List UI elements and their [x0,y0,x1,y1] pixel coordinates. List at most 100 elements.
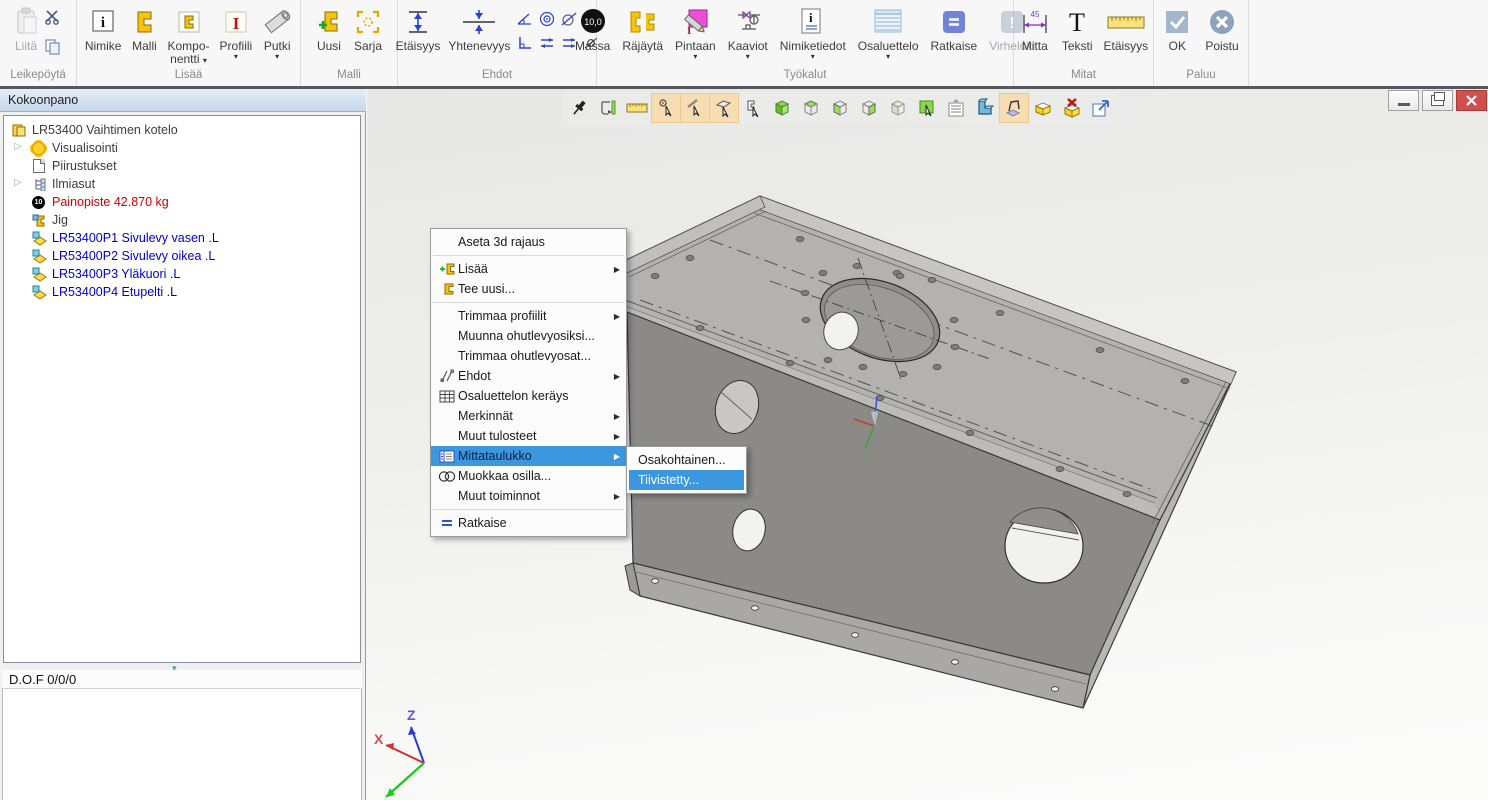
coincidence-button[interactable]: Yhtenevyys [445,3,513,54]
dropdown-caret: ▾ [234,53,238,60]
pin-icon [569,98,589,118]
menu-separator [433,255,624,256]
tree-item-drawings[interactable]: Piirustukset [4,157,360,175]
menu-item-annotations[interactable]: Merkinnät▶ [431,406,626,426]
item-button[interactable]: i Nimike [82,3,125,54]
solid-part-button[interactable] [971,94,999,122]
cut-button[interactable] [44,9,62,30]
ruler-button[interactable] [623,94,651,122]
cursor-face-icon [714,98,734,118]
drawing-page-icon [30,159,47,174]
wire-top-face-button[interactable] [797,94,825,122]
series-button[interactable]: Sarja [351,3,385,54]
solve-icon [940,4,968,40]
copy-button[interactable] [44,38,62,61]
solve-button[interactable]: Ratkaise [928,3,981,54]
menu-item-other-functions[interactable]: Muut toiminnot▶ [431,486,626,506]
text-button[interactable]: T Teksti [1059,3,1096,54]
minimize-button[interactable] [1388,90,1419,111]
expander-icon[interactable]: ▷ [14,141,22,152]
menu-item-create-new[interactable]: Tee uusi... [431,279,626,299]
bom-button[interactable]: Osaluettelo ▾ [855,3,922,61]
menu-item-set-3d-clipping[interactable]: Aseta 3d rajaus [431,232,626,252]
component-button[interactable]: Kompo- nentti ▾ [164,3,212,67]
submenu-item-condensed[interactable]: Tiivistetty... [629,470,744,490]
pin-button[interactable] [565,94,593,122]
parallel-constraint-button[interactable] [537,35,557,57]
ghost-view-button[interactable] [884,94,912,122]
distance-constraint-button[interactable]: Etäisyys [393,3,444,54]
panel-title: Kokoonpano [0,89,366,112]
ribbon-group-insert: i Nimike Malli Kompo- nentti ▾ [77,0,301,86]
document-list-button[interactable] [942,94,970,122]
select-point-mode-button[interactable] [652,94,680,122]
perpendicular-constraint-button[interactable] [515,35,535,57]
restore-icon [1431,95,1444,106]
concentric-constraint-button[interactable] [537,11,557,33]
measure-button[interactable]: 45 Mitta [1016,3,1054,54]
explode-button[interactable]: Räjäytä [619,3,666,54]
menu-item-dimension-table[interactable]: Mittataulukko▶ [431,446,626,466]
menu-item-other-outputs[interactable]: Muut tulosteet▶ [431,426,626,446]
assembly-tree[interactable]: LR53400 Vaihtimen kotelo ▷ Visualisointi… [3,115,361,663]
component-icon [176,4,202,40]
expander-icon[interactable]: ▷ [14,177,22,188]
svg-text:10,0: 10,0 [584,17,602,27]
select-edge-mode-button[interactable] [681,94,709,122]
menu-item-convert-to-sheetmetal[interactable]: Muunna ohutlevyosiksi... [431,326,626,346]
group-label-tools: Työkalut [597,69,1013,86]
tree-item-visualization[interactable]: ▷ Visualisointi [4,139,360,157]
tree-item-appearances[interactable]: ▷ Ilmiasut [4,175,360,193]
menu-item-trim-sheetmetal[interactable]: Trimmaa ohutlevyosat... [431,346,626,366]
to-surface-button[interactable]: I Pintaan ▾ [672,3,719,61]
menu-item-bom-collect[interactable]: Osaluettelon keräys [431,386,626,406]
ribbon-toolbar: Liitä Leikepöytä i [0,0,1488,86]
new-button[interactable]: Uusi [313,3,345,54]
menu-item-edit-with-parts[interactable]: Muokkaa osilla... [431,466,626,486]
paste-button[interactable]: Liitä [10,3,42,54]
close-button[interactable] [1456,90,1487,111]
sketch-mode-button[interactable] [1000,94,1028,122]
tree-item-center-of-gravity[interactable]: 10 Painopiste 42.870 kg [4,193,360,211]
tree-item-jig[interactable]: Jig [4,211,360,229]
linked-circles-icon [436,470,458,483]
profile-button[interactable]: I Profiili ▾ [217,3,256,61]
tree-item-label: LR53400P2 Sivulevy oikea .L [52,249,215,263]
mass-button[interactable]: 10,0 Massa [572,3,613,54]
wire-right-face-button[interactable] [855,94,883,122]
delete-box-button[interactable] [1058,94,1086,122]
restore-button[interactable] [1422,90,1453,111]
menu-item-add[interactable]: Lisää▶ [431,259,626,279]
tube-button[interactable]: Putki ▾ [259,3,295,61]
menu-item-solve[interactable]: Ratkaise [431,513,626,533]
tree-item-part-1[interactable]: LR53400P1 Sivulevy vasen .L [4,229,360,247]
item-info-button[interactable]: i Nimiketiedot ▾ [777,3,849,61]
export-view-button[interactable] [1087,94,1115,122]
shaded-view-button[interactable] [768,94,796,122]
distance-measure-button[interactable]: Etäisyys [1101,3,1152,54]
open-box-button[interactable] [1029,94,1057,122]
tree-item-part-2[interactable]: LR53400P2 Sivulevy oikea .L [4,247,360,265]
select-part-mode-button[interactable] [739,94,767,122]
sun-icon [30,141,47,156]
select-face-mode-button[interactable] [710,94,738,122]
model-button[interactable]: Malli [128,3,160,54]
cursor-edge-icon [685,98,705,118]
dropdown-caret: ▾ [275,53,279,60]
menu-item-trim-profiles[interactable]: Trimmaa profiilit▶ [431,306,626,326]
select-body-button[interactable] [913,94,941,122]
angle-constraint-button[interactable] [515,11,535,33]
context-menu: Aseta 3d rajaus Lisää▶ Tee uusi... Trimm… [430,228,627,537]
tree-item-part-4[interactable]: LR53400P4 Etupelti .L [4,283,360,301]
measure-move-button[interactable] [594,94,622,122]
submenu-item-per-part[interactable]: Osakohtainen... [629,450,744,470]
tree-item-root[interactable]: LR53400 Vaihtimen kotelo [4,121,360,139]
ok-button[interactable]: OK [1160,3,1194,54]
exit-button[interactable]: Poistu [1202,3,1241,54]
ok-check-icon [1163,4,1191,40]
tree-item-part-3[interactable]: LR53400P3 Yläkuori .L [4,265,360,283]
wire-left-face-button[interactable] [826,94,854,122]
diagrams-button[interactable]: Kaaviot ▾ [725,3,771,61]
dropdown-caret: ▾ [746,53,750,60]
menu-item-constraints[interactable]: Ehdot▶ [431,366,626,386]
